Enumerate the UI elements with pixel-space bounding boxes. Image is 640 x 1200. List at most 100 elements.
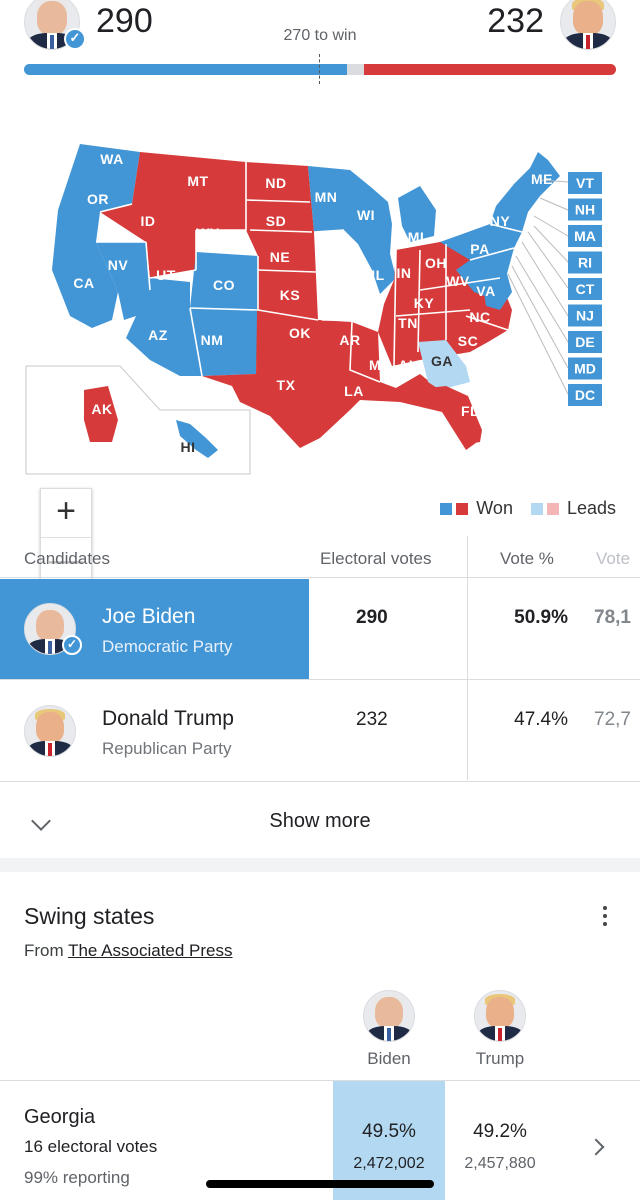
state-label-wy[interactable]: WY (196, 225, 220, 241)
zoom-in-button[interactable]: + (41, 489, 91, 537)
state-label-az[interactable]: AZ (148, 327, 168, 343)
win-threshold-marker (319, 54, 320, 84)
more-options-icon[interactable] (600, 906, 610, 930)
state-label-ms[interactable]: MS (369, 357, 391, 373)
state-label-id[interactable]: ID (141, 213, 156, 229)
show-more-button[interactable]: Show more (0, 782, 640, 858)
dem-progress-fill (24, 64, 347, 75)
small-state-label-ma[interactable]: MA (574, 228, 596, 244)
state-label-mt[interactable]: MT (187, 173, 208, 189)
legend-rep-leads-swatch (546, 502, 559, 515)
results-table-header: Candidates Electoral votes Vote % Vote (0, 536, 640, 578)
state-label-nc[interactable]: NC (469, 309, 490, 325)
state-label-ut[interactable]: UT (156, 267, 176, 283)
candidate-row-biden[interactable]: ✓ Joe Biden Democratic Party 290 50.9% 7… (0, 579, 640, 680)
small-state-label-vt[interactable]: VT (576, 175, 594, 191)
legend-leads-label: Leads (566, 498, 616, 518)
state-label-ar[interactable]: AR (339, 332, 360, 348)
state-label-sc[interactable]: SC (458, 333, 478, 349)
state-label-tn[interactable]: TN (398, 315, 418, 331)
legend-dem-won-swatch (440, 502, 453, 515)
vote-percent: 47.4% (514, 709, 568, 730)
state-label-or[interactable]: OR (87, 191, 109, 207)
state-label-mi[interactable]: MI (408, 229, 425, 245)
source-link[interactable]: The Associated Press (68, 941, 232, 960)
state-label-fl[interactable]: FL (461, 403, 479, 419)
state-label-ak[interactable]: AK (91, 401, 112, 417)
state-label-oh[interactable]: OH (425, 255, 447, 271)
small-state-label-dc[interactable]: DC (575, 387, 595, 403)
legend-rep-won-swatch (456, 502, 469, 515)
state-label-sd[interactable]: SD (266, 213, 286, 229)
trump-avatar (474, 990, 526, 1042)
electoral-map[interactable]: WA OR CA NV ID MT WY UT CO AZ NM ND SD NE KS OK TX MN IA MO… (0, 120, 640, 586)
state-label-mo[interactable]: MO (336, 287, 360, 303)
state-label-ne[interactable]: NE (270, 249, 290, 265)
source-prefix: From (24, 941, 64, 960)
state-label-co[interactable]: CO (213, 277, 235, 293)
legend-dem-leads-swatch (530, 502, 543, 515)
state-label-pa[interactable]: PA (470, 241, 489, 257)
state-label-ky[interactable]: KY (414, 295, 435, 311)
electoral-votes: 232 (356, 709, 388, 730)
trump-pct: 49.2% (473, 1121, 527, 1142)
biden-pct: 49.5% (362, 1121, 416, 1142)
electoral-votes: 290 (356, 607, 388, 628)
state-label-al[interactable]: AL (398, 357, 418, 373)
col-biden: Biden (367, 1049, 411, 1068)
state-label-ca[interactable]: CA (73, 275, 94, 291)
candidate-party: Republican Party (102, 739, 232, 758)
col-trump: Trump (475, 1049, 525, 1068)
state-label-wi[interactable]: WI (357, 207, 375, 223)
state-label-wa[interactable]: WA (100, 151, 124, 167)
trump-avatar (560, 0, 616, 50)
state-label-in[interactable]: IN (397, 265, 412, 281)
legend-won-label: Won (476, 498, 513, 518)
col-electoral-votes[interactable]: Electoral votes (320, 549, 432, 569)
rep-progress-fill (364, 64, 616, 75)
state-name: Georgia (24, 1106, 96, 1128)
small-state-label-de[interactable]: DE (575, 334, 594, 350)
vote-count: 72,7 (594, 709, 631, 730)
col-vote-pct[interactable]: Vote % (500, 549, 554, 569)
state-electoral: 16 electoral votes (24, 1137, 158, 1156)
state-label-wv[interactable]: WV (446, 273, 470, 289)
electoral-progress-bar (24, 64, 616, 75)
state-label-va[interactable]: VA (476, 283, 495, 299)
state-label-hi[interactable]: HI (181, 439, 196, 455)
state-label-me[interactable]: ME (531, 171, 553, 187)
trump-votes: 2,457,880 (464, 1155, 536, 1172)
vote-percent: 50.9% (514, 607, 568, 628)
col-candidates: Candidates (24, 549, 111, 568)
swing-states-title: Swing states (24, 903, 155, 929)
state-label-la[interactable]: LA (344, 383, 364, 399)
state-label-nv[interactable]: NV (108, 257, 129, 273)
candidate-name: Joe Biden (102, 605, 196, 628)
state-label-ny[interactable]: NY (490, 213, 511, 229)
section-separator (0, 858, 640, 872)
small-state-label-md[interactable]: MD (574, 361, 596, 377)
state-label-il[interactable]: IL (371, 267, 384, 283)
state-label-ga[interactable]: GA (431, 353, 453, 369)
candidate-row-trump[interactable]: Donald Trump Republican Party 232 47.4% … (0, 681, 640, 782)
trump-avatar (24, 705, 76, 757)
small-state-label-nh[interactable]: NH (575, 202, 595, 218)
state-label-ks[interactable]: KS (280, 287, 300, 303)
state-label-tx[interactable]: TX (277, 377, 296, 393)
col-votes[interactable]: Vote (596, 549, 630, 569)
small-state-label-ct[interactable]: CT (576, 281, 595, 297)
small-state-label-nj[interactable]: NJ (576, 308, 594, 324)
state-label-nm[interactable]: NM (201, 332, 224, 348)
state-reporting: 99% reporting (24, 1168, 130, 1187)
state-label-mn[interactable]: MN (315, 189, 338, 205)
candidate-name: Donald Trump (102, 707, 234, 730)
map-legend: Won Leads (440, 498, 616, 519)
state-label-nd[interactable]: ND (265, 175, 286, 191)
state-label-ok[interactable]: OK (289, 325, 311, 341)
small-state-label-ri[interactable]: RI (578, 255, 592, 271)
state-label-ia[interactable]: IA (331, 243, 346, 259)
biden-avatar (363, 990, 415, 1042)
winner-check-icon: ✓ (62, 635, 82, 655)
home-indicator (206, 1180, 434, 1188)
vote-count: 78,1 (594, 607, 631, 628)
